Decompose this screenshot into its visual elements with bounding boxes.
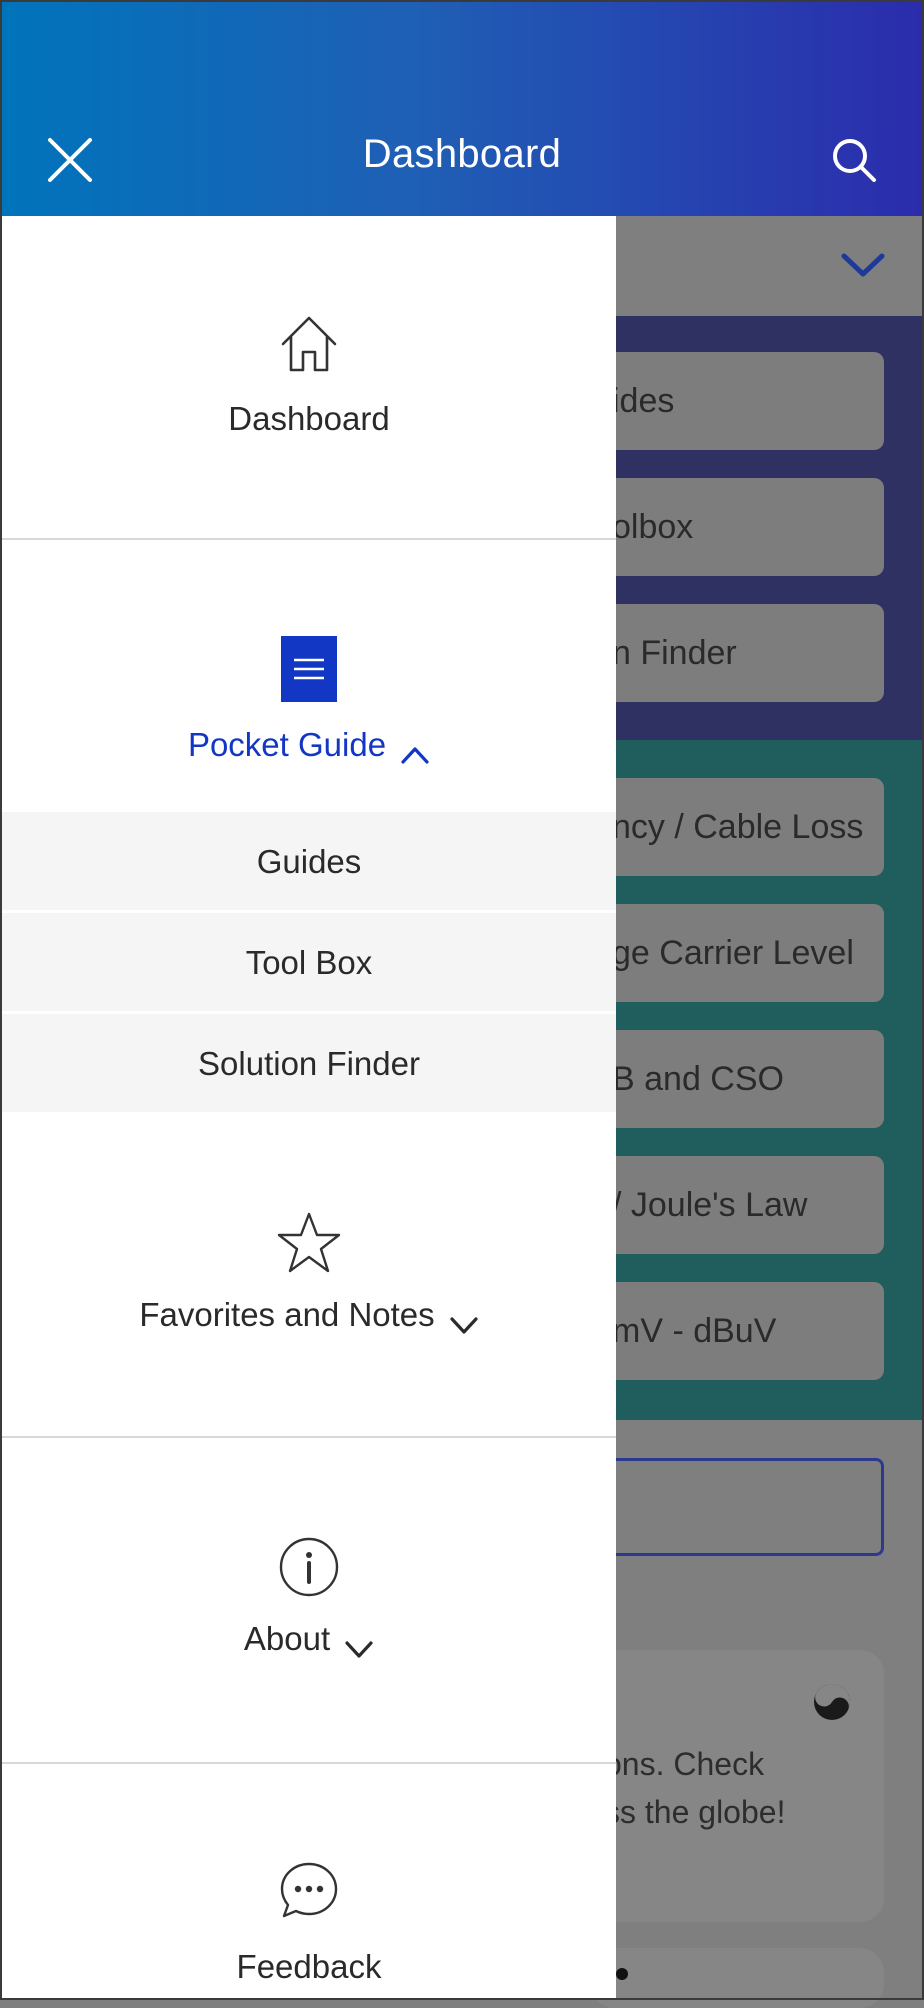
nav-about[interactable]: About bbox=[2, 1438, 616, 1762]
nav-sub-solution-finder[interactable]: Solution Finder bbox=[2, 1014, 616, 1114]
carousel-dot bbox=[616, 1968, 628, 1980]
card-text-line: ss the globe! bbox=[604, 1794, 786, 1830]
nav-sub-guides[interactable]: Guides bbox=[2, 812, 616, 912]
nav-feedback[interactable]: Feedback bbox=[2, 1764, 616, 2000]
nav-pocket-guide-label: Pocket Guide bbox=[2, 726, 616, 764]
bg-button-cable-loss: ncy / Cable Loss bbox=[590, 778, 884, 876]
page-title: Dashboard bbox=[362, 132, 562, 176]
bg-button-carrier-level: ge Carrier Level bbox=[590, 904, 884, 1002]
navigation-drawer: Dashboard Pocket Guide Guides Tool Box S… bbox=[2, 216, 616, 2000]
nav-pocket-guide[interactable]: Pocket Guide bbox=[2, 540, 616, 826]
bg-info-card: ons. Check ss the globe! bbox=[590, 1650, 884, 1922]
chevron-down-icon bbox=[344, 1630, 374, 1658]
nav-favorites-notes[interactable]: Favorites and Notes bbox=[2, 1114, 616, 1452]
theme-icon bbox=[810, 1680, 854, 1724]
nav-about-text: About bbox=[243, 1620, 331, 1657]
bg-outline-field bbox=[590, 1458, 884, 1556]
bg-button-joules-law: / Joule's Law bbox=[590, 1156, 884, 1254]
nav-about-label: About bbox=[2, 1620, 616, 1658]
bg-button-dbuv: mV - dBuV bbox=[590, 1282, 884, 1380]
nav-favorites-label: Favorites and Notes bbox=[2, 1296, 616, 1334]
bg-button-cso: B and CSO bbox=[590, 1030, 884, 1128]
bg-button-guides: ides bbox=[590, 352, 884, 450]
card-text-line: ons. Check bbox=[604, 1746, 765, 1782]
chat-bubble-icon bbox=[2, 1860, 616, 1927]
nav-pocket-guide-text: Pocket Guide bbox=[187, 726, 387, 763]
star-icon bbox=[2, 1210, 616, 1279]
menu-list-icon bbox=[2, 636, 616, 707]
bg-button-toolbox: olbox bbox=[590, 478, 884, 576]
nav-dashboard-label: Dashboard bbox=[228, 400, 390, 437]
bg-logos-card bbox=[590, 1948, 884, 2008]
search-icon[interactable] bbox=[828, 134, 880, 186]
info-icon bbox=[2, 1536, 616, 1603]
chevron-down-icon bbox=[838, 246, 888, 286]
chevron-up-icon bbox=[400, 736, 430, 764]
chevron-down-icon bbox=[449, 1306, 479, 1334]
nav-dashboard[interactable]: Dashboard bbox=[2, 216, 616, 538]
home-icon bbox=[2, 312, 616, 381]
nav-favorites-text: Favorites and Notes bbox=[139, 1296, 435, 1333]
nav-sub-toolbox[interactable]: Tool Box bbox=[2, 913, 616, 1013]
nav-feedback-label: Feedback bbox=[236, 1948, 382, 1985]
bg-button-solution-finder: n Finder bbox=[590, 604, 884, 702]
app-header: Dashboard bbox=[0, 0, 924, 216]
